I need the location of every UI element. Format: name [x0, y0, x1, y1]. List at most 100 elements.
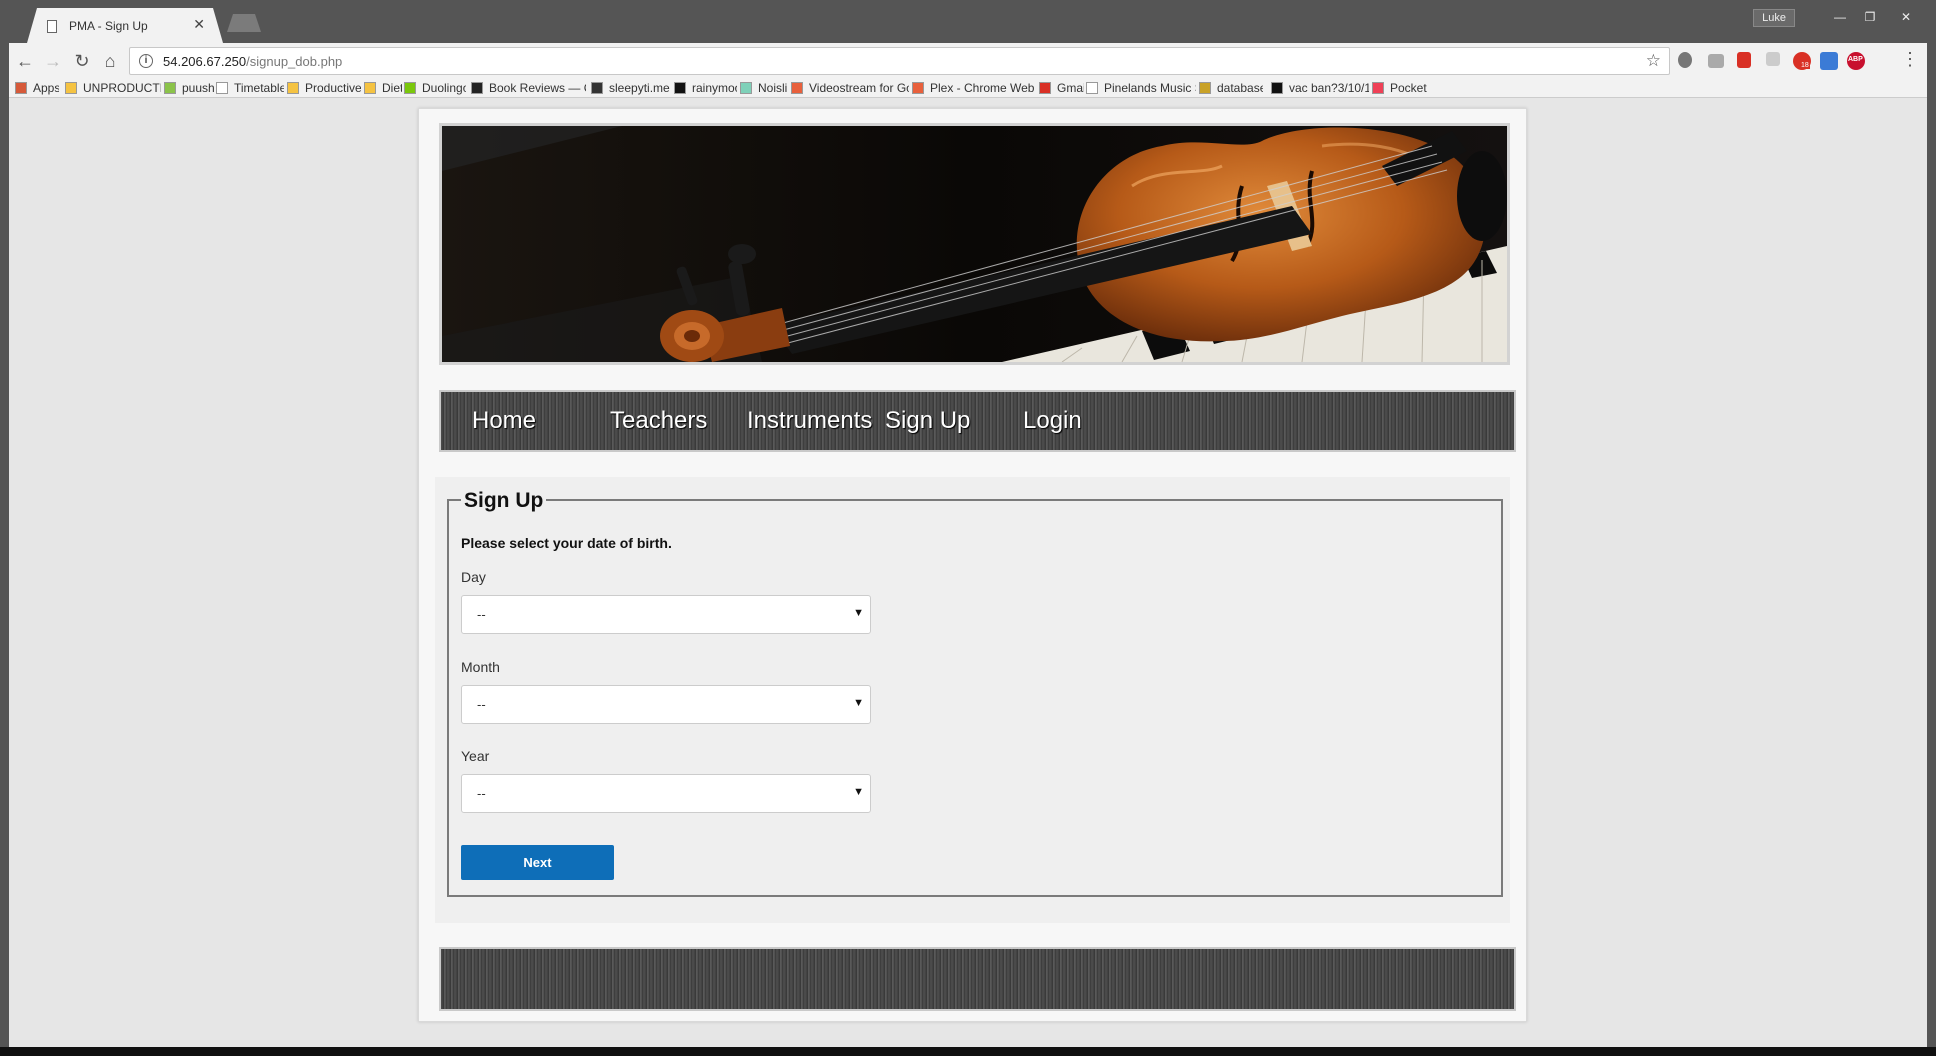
bookmark-item[interactable]: Apps [15, 81, 59, 96]
os-taskbar [0, 1047, 1936, 1056]
extension-bookmark-icon[interactable] [1737, 52, 1751, 68]
signup-fieldset: Sign Up Please select your date of birth… [447, 489, 1503, 897]
window-border-left [0, 0, 9, 1056]
bookmark-label: Gmail [1057, 81, 1084, 95]
url-text: 54.206.67.250/signup_dob.php [163, 54, 342, 69]
violin-piano-image [442, 126, 1507, 362]
nav-instruments-link[interactable]: Instruments [747, 407, 872, 435]
extension-speaker-icon[interactable] [1708, 54, 1724, 68]
tab-title: PMA - Sign Up [69, 19, 148, 33]
minimize-button[interactable]: — [1827, 8, 1853, 26]
info-icon[interactable]: i [139, 54, 153, 68]
puush-icon [164, 82, 176, 94]
nav-login-link[interactable]: Login [1023, 407, 1082, 435]
address-bar[interactable]: i 54.206.67.250/signup_dob.php ☆ [129, 47, 1670, 75]
pocket-icon [1372, 82, 1384, 94]
bookmark-item[interactable]: Pocket [1372, 81, 1428, 96]
page-container: Home Teachers Instruments Sign Up Login … [418, 108, 1527, 1022]
main-navigation: Home Teachers Instruments Sign Up Login [439, 390, 1516, 452]
dob-prompt: Please select your date of birth. [461, 535, 672, 551]
year-select[interactable]: -- ▼ [461, 774, 871, 813]
forward-icon[interactable]: → [43, 51, 63, 71]
restore-button[interactable]: ❐ [1857, 8, 1883, 26]
bookmark-label: Diet [382, 81, 402, 95]
extension-shield-icon[interactable] [1678, 52, 1692, 68]
adblock-icon[interactable]: ABP [1847, 52, 1865, 70]
bookmark-label: Noisli [758, 81, 788, 95]
profile-button[interactable]: Luke [1753, 9, 1795, 27]
chevron-down-icon: ▼ [853, 607, 864, 619]
reload-icon[interactable]: ↻ [72, 51, 92, 71]
bookmark-item[interactable]: Timetable [216, 81, 284, 96]
folder-icon [65, 82, 77, 94]
bookmark-item[interactable]: Duolingo [404, 81, 466, 96]
bookmark-item[interactable]: puush [164, 81, 214, 96]
extension-badge: 18 [1800, 62, 1810, 69]
plex-icon [912, 82, 924, 94]
back-icon[interactable]: ← [15, 51, 35, 71]
bookmark-item[interactable]: vac ban?3/10/16 [1271, 81, 1369, 96]
close-window-button[interactable]: ✕ [1893, 8, 1919, 26]
close-tab-icon[interactable]: ✕ [193, 16, 205, 33]
bookmark-item[interactable]: Plex - Chrome Web St [912, 81, 1036, 96]
bookmark-label: database [1217, 81, 1263, 95]
bookmark-item[interactable]: Videostream for Goog [791, 81, 909, 96]
window-border-right [1927, 0, 1936, 1056]
page-viewport: Home Teachers Instruments Sign Up Login … [9, 98, 1927, 1047]
bookmark-item[interactable]: rainymood [674, 81, 737, 96]
page-icon [1086, 82, 1098, 94]
bookmark-label: Productive [305, 81, 361, 95]
new-tab-button[interactable] [227, 14, 261, 32]
next-button[interactable]: Next [461, 845, 614, 880]
bookmark-label: Apps [33, 81, 59, 95]
bookmark-item[interactable]: database [1199, 81, 1263, 96]
gmail-icon [1039, 82, 1051, 94]
signup-legend: Sign Up [461, 489, 547, 513]
bookmark-label: vac ban?3/10/16 [1289, 81, 1369, 95]
bookmark-label: Book Reviews — CGP [489, 81, 586, 95]
home-icon[interactable]: ⌂ [100, 51, 120, 71]
bookmark-item[interactable]: Noisli [740, 81, 788, 96]
month-label: Month [461, 659, 500, 675]
url-path: /signup_dob.php [246, 54, 343, 69]
nav-signup-link[interactable]: Sign Up [885, 407, 970, 435]
header-banner-image [439, 123, 1510, 365]
bookmark-item[interactable]: Productive [287, 81, 361, 96]
page-icon [216, 82, 228, 94]
bookmark-item[interactable]: Diet [364, 81, 402, 96]
extension-notification-icon[interactable]: 18 [1793, 52, 1811, 70]
nav-home-link[interactable]: Home [472, 407, 536, 435]
folder-icon [287, 82, 299, 94]
extension-calendar-icon[interactable] [1820, 52, 1838, 70]
year-label: Year [461, 748, 490, 764]
duolingo-icon [404, 82, 416, 94]
bookmark-item[interactable]: UNPRODUCTIVE [65, 81, 161, 96]
star-icon[interactable]: ☆ [1646, 51, 1661, 71]
tab-strip: PMA - Sign Up ✕ Luke — ❐ ✕ [9, 0, 1927, 43]
chevron-down-icon: ▼ [853, 786, 864, 798]
tab-active[interactable]: PMA - Sign Up ✕ [27, 8, 223, 43]
page-icon [47, 20, 57, 33]
bookmark-label: Timetable [234, 81, 284, 95]
day-select-value: -- [477, 607, 486, 622]
bookmark-item[interactable]: Pinelands Music Scho [1086, 81, 1196, 96]
steam-icon [1271, 82, 1283, 94]
day-select[interactable]: -- ▼ [461, 595, 871, 634]
database-icon [1199, 82, 1211, 94]
month-select[interactable]: -- ▼ [461, 685, 871, 724]
bookmarks-bar: Apps UNPRODUCTIVE puush Timetable Productive… [9, 79, 1927, 98]
bookmark-label: Duolingo [422, 81, 466, 95]
extension-grey-icon[interactable] [1766, 52, 1780, 66]
bookmark-label: Videostream for Goog [809, 81, 909, 95]
bookmark-item[interactable]: Book Reviews — CGP [471, 81, 586, 96]
nav-teachers-link[interactable]: Teachers [610, 407, 707, 435]
bookmark-label: UNPRODUCTIVE [83, 81, 161, 95]
menu-icon[interactable]: ⋮ [1901, 49, 1919, 70]
videostream-icon [791, 82, 803, 94]
year-select-value: -- [477, 786, 486, 801]
page-footer [439, 947, 1516, 1011]
bookmark-label: Plex - Chrome Web St [930, 81, 1036, 95]
bookmark-item[interactable]: Gmail [1039, 81, 1084, 96]
rainymood-icon [674, 82, 686, 94]
bookmark-item[interactable]: sleepyti.me [591, 81, 671, 96]
